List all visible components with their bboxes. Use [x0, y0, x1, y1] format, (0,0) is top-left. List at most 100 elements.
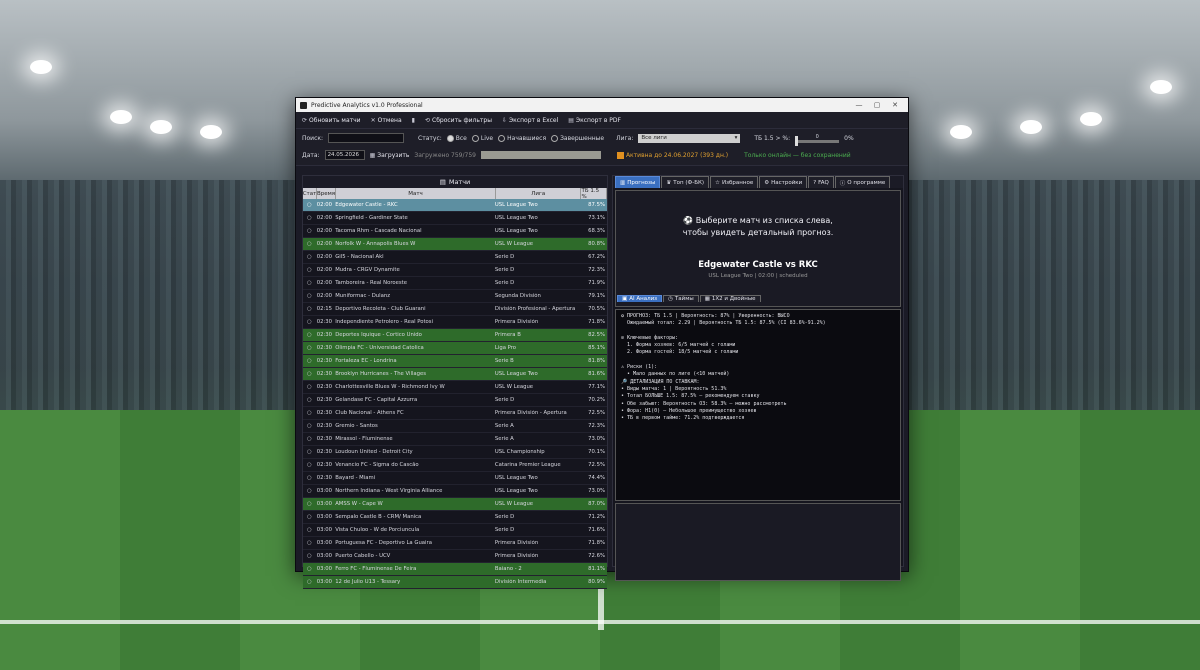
- match-name: Puerto Cabello - UCV: [335, 553, 391, 559]
- match-name: Charlottesville Blues W - Richmond Ivy W: [335, 384, 445, 390]
- tb-probability: 67.2%: [588, 254, 605, 260]
- close-button[interactable]: ✕: [886, 101, 904, 109]
- column-header-time[interactable]: Время: [317, 188, 336, 199]
- table-row[interactable]: ○ 03:00 12 de Julio U13 - Tessary División …: [303, 576, 607, 589]
- tb-probability: 73.1%: [588, 215, 605, 221]
- tb-probability: 82.5%: [588, 332, 605, 338]
- table-row[interactable]: ○ 03:00 Portuguesa FC - Deportivo La Guair…: [303, 537, 607, 550]
- export-pdf-button[interactable]: ▤ Экспорт в PDF: [568, 117, 621, 124]
- table-row[interactable]: ○ 03:00 AMSS W - Cape W USL W League 87.0%: [303, 498, 607, 511]
- tab-about[interactable]: ⓘ О программе: [834, 176, 891, 188]
- table-row[interactable]: ○ 02:30 Fortaleza EC - Londrina Serie B 81.8…: [303, 355, 607, 368]
- table-row[interactable]: ○ 02:30 Brooklyn Hurricanes - The Villages…: [303, 368, 607, 381]
- tab-top[interactable]: ♛ Топ (Ф-БК): [661, 176, 710, 188]
- ai-analysis-output[interactable]: ✪ ПРОГНОЗ: ТБ 1.5 | Вероятность: 87% | У…: [615, 309, 901, 501]
- match-time: 03:00: [316, 527, 333, 533]
- match-name: Olimpia FC - Universidad Catolica: [335, 345, 424, 351]
- info-icon: ⓘ: [839, 180, 846, 187]
- console-line: • Тотал БОЛЬШЕ 1.5: 87.5% — рекомендуем …: [621, 393, 760, 400]
- subtab-halves[interactable]: ◷ Таймы: [663, 295, 699, 302]
- table-row[interactable]: ○ 02:00 Edgewater Castle - RKC USL League T…: [303, 199, 607, 212]
- trash-button[interactable]: ▮: [412, 117, 415, 124]
- table-row[interactable]: ○ 03:00 Northern Indiana - West Virginia A…: [303, 485, 607, 498]
- status-icon: ○: [307, 423, 312, 429]
- radio-dot-icon: [551, 134, 559, 142]
- tb-percent: 0%: [844, 134, 854, 142]
- table-row[interactable]: ○ 02:30 Independiente Petrolero - Real Pot…: [303, 316, 607, 329]
- tb-probability: 71.8%: [588, 319, 605, 325]
- table-row[interactable]: ○ 02:00 Mudra - CRGV Dynamite Serie D 72.3%: [303, 264, 607, 277]
- table-row[interactable]: ○ 03:00 Vista Chuloo - W de Porciuncula Ser…: [303, 524, 607, 537]
- league-name: Primera División - Apertura: [494, 410, 567, 416]
- match-time: 02:30: [316, 345, 333, 351]
- status-icon: ○: [307, 215, 312, 221]
- column-header-league[interactable]: Лига: [496, 188, 582, 199]
- subtab-ai-analysis[interactable]: ▣ AI Анализ: [617, 295, 663, 302]
- maximize-button[interactable]: ▢: [868, 101, 886, 109]
- subtab-1x2[interactable]: ▦ 1Х2 и Двойные: [699, 295, 761, 302]
- console-line: Ожидаемый тотал: 2.29 | Вероятность ТБ 1…: [621, 320, 826, 327]
- table-row[interactable]: ○ 03:00 Ferro FC - Fluminense De Feira Baia…: [303, 563, 607, 576]
- column-header-tb-percent[interactable]: ТБ 1.5 %: [581, 188, 607, 200]
- match-time: 03:00: [316, 488, 333, 494]
- grid-icon: ▦: [704, 296, 710, 302]
- status-radio-all[interactable]: Все: [446, 134, 467, 142]
- table-row[interactable]: ○ 02:00 Tamboreira - Real Noroeste Serie D 7…: [303, 277, 607, 290]
- league-name: Primera División: [494, 540, 539, 546]
- table-row[interactable]: ○ 02:00 Springfield - Gardiner State USL Le…: [303, 212, 607, 225]
- slider-handle[interactable]: [795, 135, 799, 146]
- table-row[interactable]: ○ 02:30 Deportes Iquique - Cortico Unido Pr…: [303, 329, 607, 342]
- tab-settings[interactable]: ⚙ Настройки: [759, 176, 808, 188]
- column-header-status[interactable]: Стат: [303, 188, 317, 199]
- console-line: 2. Форма гостей: 18/5 матчей с голами: [621, 349, 739, 356]
- table-row[interactable]: ○ 02:30 Club Nacional - Athens FC Primera D…: [303, 407, 607, 420]
- league-name: Serie D: [494, 254, 515, 260]
- status-icon: ○: [307, 566, 312, 572]
- refresh-button[interactable]: ⟳ Обновить матчи: [302, 117, 361, 124]
- league-name: División Profesional - Apertura: [494, 306, 576, 312]
- table-row[interactable]: ○ 02:00 Gil5 - Nacional Akl Serie D 67.2%: [303, 251, 607, 264]
- table-row[interactable]: ○ 02:30 Loudoun United - Detroit City USL C…: [303, 446, 607, 459]
- tab-forecasts[interactable]: ▥ Прогнозы: [615, 176, 661, 188]
- match-time: 02:30: [316, 449, 333, 455]
- table-row[interactable]: ○ 02:00 Muniformac - Dulanz Segunda Divisió…: [303, 290, 607, 303]
- table-row[interactable]: ○ 02:30 Venancio FC - Sigma do Cascâo Catar…: [303, 459, 607, 472]
- tb-probability: 68.3%: [588, 228, 605, 234]
- league-select[interactable]: Все лиги ▾: [638, 133, 741, 143]
- export-excel-button[interactable]: ⇩ Экспорт в Excel: [502, 117, 558, 124]
- table-row[interactable]: ○ 02:30 Gelandase FC - Capital Azzurra Seri…: [303, 394, 607, 407]
- table-row[interactable]: ○ 02:30 Olimpia FC - Universidad Catolica L…: [303, 342, 607, 355]
- console-line: • Обе забьют: Вероятность ОЗ: 58.3% — мо…: [621, 400, 787, 407]
- minimize-button[interactable]: —: [850, 101, 868, 109]
- tab-faq[interactable]: ? FAQ: [808, 176, 834, 188]
- analysis-subtabs: ▣ AI Анализ ◷ Таймы ▦ 1Х2 и Двойные: [617, 295, 761, 302]
- table-row[interactable]: ○ 02:30 Charlottesville Blues W - Richmond…: [303, 381, 607, 394]
- table-row[interactable]: ○ 02:15 Deportivo Recoleta - Club Guarani D…: [303, 303, 607, 316]
- reset-icon: ⟲: [424, 116, 430, 124]
- match-time: 02:30: [316, 397, 333, 403]
- match-time: 03:00: [316, 566, 333, 572]
- table-row[interactable]: ○ 02:30 Bayard - Miami USL League Two 74.4%: [303, 472, 607, 485]
- table-row[interactable]: ○ 02:30 Gremio - Santos Serie A 72.3%: [303, 420, 607, 433]
- status-radio-finished[interactable]: Завершенные: [551, 134, 604, 142]
- search-input[interactable]: [328, 133, 405, 143]
- table-row[interactable]: ○ 02:00 Norfolk W - Annapolis Blues W USL W…: [303, 238, 607, 251]
- column-header-match[interactable]: Матч: [336, 188, 497, 199]
- table-row[interactable]: ○ 02:30 Mirassol - Fluminense Serie A 73.0%: [303, 433, 607, 446]
- table-row[interactable]: ○ 02:00 Tacoma Rhm - Cascade Nacional USL L…: [303, 225, 607, 238]
- tab-favorites[interactable]: ☆ Избранное: [710, 176, 759, 188]
- table-row[interactable]: ○ 03:00 Sempalo Castle B - CRM/ Manica Seri…: [303, 511, 607, 524]
- league-name: USL League Two: [494, 202, 538, 208]
- status-radio-live[interactable]: Live: [471, 134, 493, 142]
- load-button[interactable]: ▦ Загрузить: [370, 152, 410, 159]
- date-input[interactable]: 24.05.2026: [324, 150, 365, 160]
- cancel-button[interactable]: ✕ Отмена: [371, 117, 402, 124]
- status-icon: ○: [307, 267, 312, 273]
- reset-filters-button[interactable]: ⟲ Сбросить фильтры: [425, 117, 492, 124]
- tb-slider[interactable]: [795, 135, 840, 146]
- console-line: • Фора: Н1(0) — Небольшое преимущество х…: [621, 407, 757, 414]
- league-name: USL W League: [494, 501, 534, 507]
- table-row[interactable]: ○ 03:00 Puerto Cabello - UCV Primera Divisi…: [303, 550, 607, 563]
- status-radio-started[interactable]: Начавшиеся: [498, 134, 546, 142]
